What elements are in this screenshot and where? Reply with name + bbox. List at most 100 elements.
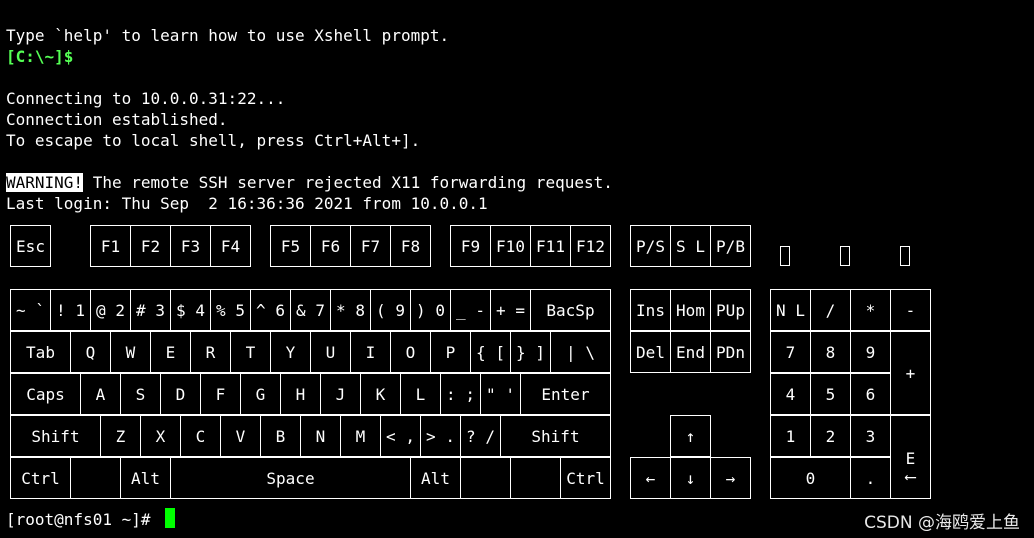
key-numpad-multiply[interactable]: * <box>850 289 891 331</box>
key-a[interactable]: A <box>80 373 121 415</box>
key-b[interactable]: B <box>260 415 301 457</box>
key-f5[interactable]: F5 <box>270 225 311 267</box>
key-numpad-enter[interactable]: E ⟵ <box>890 415 931 499</box>
key-numpad-0[interactable]: 0 <box>770 457 851 499</box>
key-5[interactable]: % 5 <box>210 289 251 331</box>
key-space[interactable]: Space <box>170 457 411 499</box>
arrow-left-icon[interactable]: ← <box>630 457 671 499</box>
terminal-cursor[interactable] <box>165 508 175 528</box>
key-f9[interactable]: F9 <box>450 225 491 267</box>
key-0[interactable]: ) 0 <box>410 289 451 331</box>
key-right-bracket[interactable]: } ] <box>510 331 551 373</box>
key-numpad-minus[interactable]: - <box>890 289 931 331</box>
key-home[interactable]: Hom <box>670 289 711 331</box>
key-right-shift[interactable]: Shift <box>500 415 611 457</box>
key-numpad-4[interactable]: 4 <box>770 373 811 415</box>
key-f7[interactable]: F7 <box>350 225 391 267</box>
key-q[interactable]: Q <box>70 331 111 373</box>
key-equals[interactable]: + = <box>490 289 531 331</box>
key-k[interactable]: K <box>360 373 401 415</box>
key-numpad-5[interactable]: 5 <box>810 373 851 415</box>
key-insert[interactable]: Ins <box>630 289 671 331</box>
key-f1[interactable]: F1 <box>90 225 131 267</box>
key-pause-break[interactable]: P/B <box>710 225 751 267</box>
key-u[interactable]: U <box>310 331 351 373</box>
key-left-bracket[interactable]: { [ <box>470 331 511 373</box>
key-s[interactable]: S <box>120 373 161 415</box>
key-caps-lock[interactable]: Caps <box>10 373 81 415</box>
key-numpad-9[interactable]: 9 <box>850 331 891 373</box>
key-right-win[interactable] <box>460 457 511 499</box>
key-left-alt[interactable]: Alt <box>120 457 171 499</box>
key-numpad-divide[interactable]: / <box>810 289 851 331</box>
key-1[interactable]: ! 1 <box>50 289 91 331</box>
key-d[interactable]: D <box>160 373 201 415</box>
key-x[interactable]: X <box>140 415 181 457</box>
key-e[interactable]: E <box>150 331 191 373</box>
key-esc[interactable]: Esc <box>10 225 51 267</box>
key-f3[interactable]: F3 <box>170 225 211 267</box>
key-tilde[interactable]: ~ ` <box>10 289 51 331</box>
key-f8[interactable]: F8 <box>390 225 431 267</box>
key-l[interactable]: L <box>400 373 441 415</box>
key-right-alt[interactable]: Alt <box>410 457 461 499</box>
key-numpad-8[interactable]: 8 <box>810 331 851 373</box>
key-backspace[interactable]: BacSp <box>530 289 611 331</box>
key-comma[interactable]: < , <box>380 415 421 457</box>
key-scroll-lock[interactable]: S L <box>670 225 711 267</box>
key-z[interactable]: Z <box>100 415 141 457</box>
key-enter[interactable]: Enter <box>520 373 611 415</box>
key-8[interactable]: * 8 <box>330 289 371 331</box>
key-left-win[interactable] <box>70 457 121 499</box>
key-4[interactable]: $ 4 <box>170 289 211 331</box>
key-r[interactable]: R <box>190 331 231 373</box>
key-p[interactable]: P <box>430 331 471 373</box>
key-numpad-2[interactable]: 2 <box>810 415 851 457</box>
key-f4[interactable]: F4 <box>210 225 251 267</box>
key-numpad-6[interactable]: 6 <box>850 373 891 415</box>
key-left-ctrl[interactable]: Ctrl <box>10 457 71 499</box>
key-f2[interactable]: F2 <box>130 225 171 267</box>
key-minus[interactable]: _ - <box>450 289 491 331</box>
key-quote[interactable]: " ' <box>480 373 521 415</box>
key-f12[interactable]: F12 <box>570 225 611 267</box>
key-9[interactable]: ( 9 <box>370 289 411 331</box>
key-period[interactable]: > . <box>420 415 461 457</box>
key-t[interactable]: T <box>230 331 271 373</box>
key-v[interactable]: V <box>220 415 261 457</box>
key-numpad-dot[interactable]: . <box>850 457 891 499</box>
arrow-down-icon[interactable]: ↓ <box>670 457 711 499</box>
key-page-up[interactable]: PUp <box>710 289 751 331</box>
key-n[interactable]: N <box>300 415 341 457</box>
key-right-ctrl[interactable]: Ctrl <box>560 457 611 499</box>
key-f10[interactable]: F10 <box>490 225 531 267</box>
key-num-lock[interactable]: N L <box>770 289 811 331</box>
key-semicolon[interactable]: : ; <box>440 373 481 415</box>
key-c[interactable]: C <box>180 415 221 457</box>
key-j[interactable]: J <box>320 373 361 415</box>
key-y[interactable]: Y <box>270 331 311 373</box>
key-2[interactable]: @ 2 <box>90 289 131 331</box>
key-f[interactable]: F <box>200 373 241 415</box>
key-page-down[interactable]: PDn <box>710 331 751 373</box>
arrow-up-icon[interactable]: ↑ <box>670 415 711 457</box>
key-7[interactable]: & 7 <box>290 289 331 331</box>
key-print-screen[interactable]: P/S <box>630 225 671 267</box>
key-slash[interactable]: ? / <box>460 415 501 457</box>
key-backslash[interactable]: | \ <box>550 331 611 373</box>
key-f6[interactable]: F6 <box>310 225 351 267</box>
key-i[interactable]: I <box>350 331 391 373</box>
key-m[interactable]: M <box>340 415 381 457</box>
key-delete[interactable]: Del <box>630 331 671 373</box>
key-numpad-3[interactable]: 3 <box>850 415 891 457</box>
key-end[interactable]: End <box>670 331 711 373</box>
key-menu[interactable] <box>510 457 561 499</box>
key-w[interactable]: W <box>110 331 151 373</box>
key-o[interactable]: O <box>390 331 431 373</box>
key-h[interactable]: H <box>280 373 321 415</box>
key-numpad-1[interactable]: 1 <box>770 415 811 457</box>
key-numpad-plus[interactable]: + <box>890 331 931 415</box>
key-f11[interactable]: F11 <box>530 225 571 267</box>
key-g[interactable]: G <box>240 373 281 415</box>
key-tab[interactable]: Tab <box>10 331 71 373</box>
